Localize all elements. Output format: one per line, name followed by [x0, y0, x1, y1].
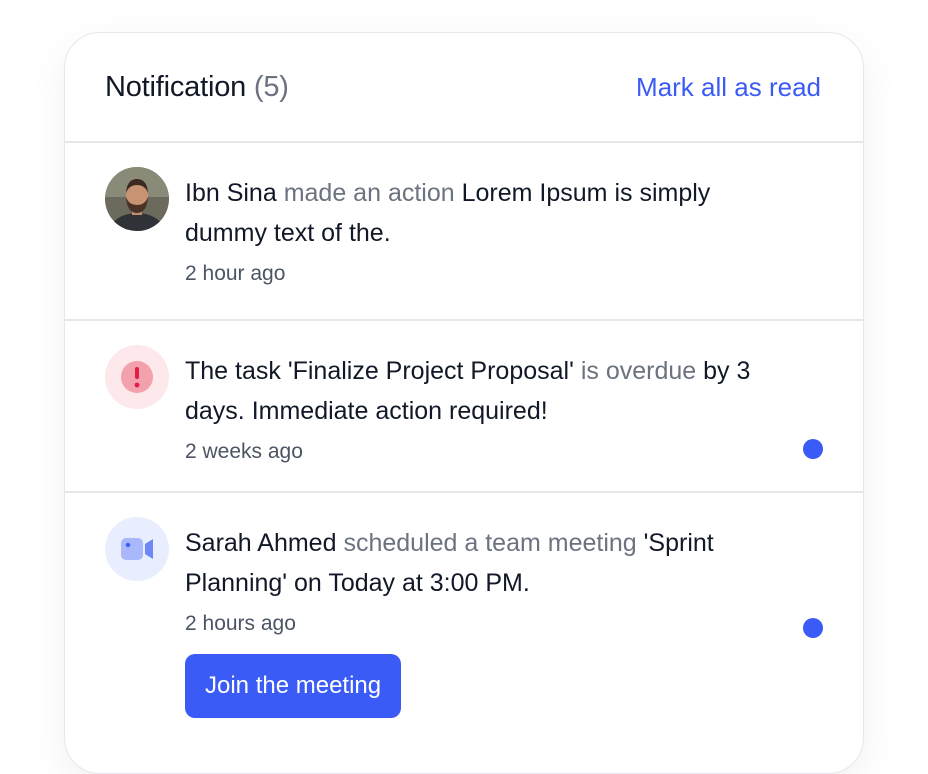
notification-content: The task 'Finalize Project Proposal' is … [185, 351, 775, 464]
video-icon [121, 538, 153, 560]
action-text: scheduled a team meeting [343, 529, 637, 557]
notification-count: (5) [253, 70, 289, 103]
video-avatar [105, 517, 169, 581]
join-meeting-button[interactable]: Join the meeting [185, 654, 402, 718]
notification-text: Sarah Ahmed scheduled a team meeting 'Sp… [185, 523, 775, 603]
timestamp: 2 weeks ago [185, 440, 303, 463]
notification-panel: Notification (5) Mark all as read Ibn Si… [64, 32, 864, 774]
unread-indicator [803, 439, 823, 459]
alert-icon [121, 361, 153, 393]
notification-header: Notification (5) Mark all as read [65, 33, 863, 143]
timestamp: 2 hours ago [185, 612, 296, 635]
notification-item[interactable]: The task 'Finalize Project Proposal' is … [65, 321, 863, 493]
actor-name: Sarah Ahmed [185, 529, 337, 557]
notification-content: Sarah Ahmed scheduled a team meeting 'Sp… [185, 523, 775, 718]
notification-item[interactable]: Ibn Sina made an action Lorem Ipsum is s… [65, 143, 863, 321]
actor-name: Ibn Sina [185, 179, 277, 207]
task-text: The task 'Finalize Project Proposal' [185, 357, 574, 385]
notification-text: The task 'Finalize Project Proposal' is … [185, 351, 775, 431]
notification-item[interactable]: Sarah Ahmed scheduled a team meeting 'Sp… [65, 493, 863, 753]
alert-avatar [105, 345, 169, 409]
action-text: is overdue [580, 357, 697, 385]
mark-all-read-link[interactable]: Mark all as read [636, 72, 821, 103]
timestamp: 2 hour ago [185, 262, 286, 285]
action-text: made an action [283, 179, 455, 207]
avatar [105, 167, 169, 231]
notification-content: Ibn Sina made an action Lorem Ipsum is s… [185, 173, 775, 286]
notification-text: Ibn Sina made an action Lorem Ipsum is s… [185, 173, 775, 253]
panel-title: Notification (5) [105, 71, 289, 104]
title-text: Notification [105, 70, 247, 103]
unread-indicator [803, 618, 823, 638]
